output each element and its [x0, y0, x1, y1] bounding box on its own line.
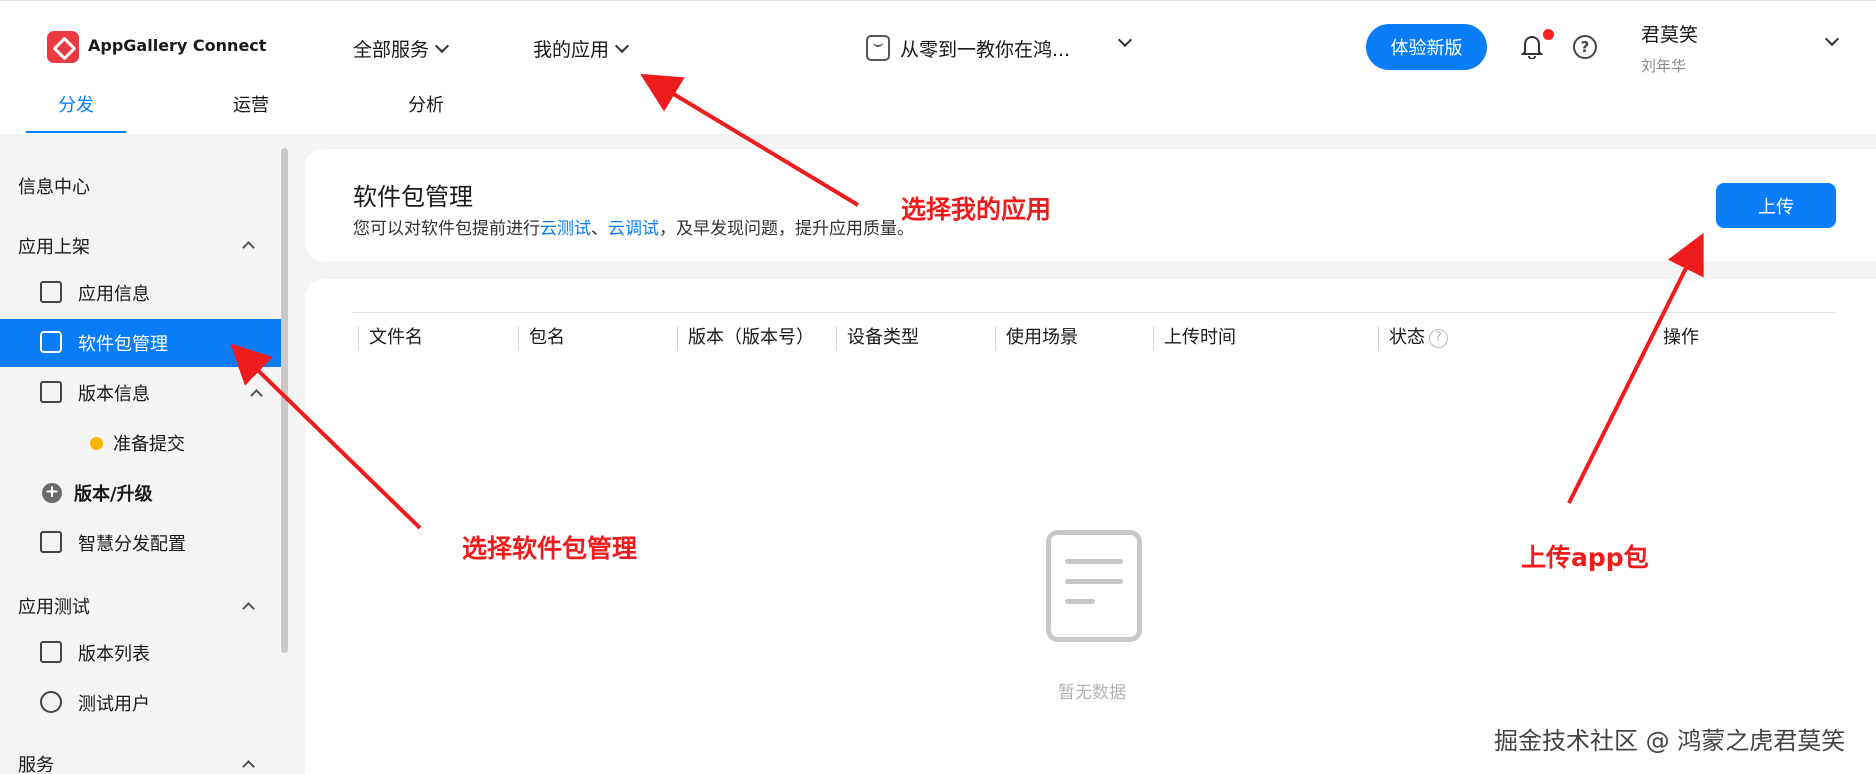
sidebar-item-version-info[interactable]: 版本信息	[0, 369, 281, 417]
sidebar-item-label: 准备提交	[113, 434, 185, 455]
version-list-icon	[40, 641, 62, 663]
sidebar-item-label: 测试用户	[78, 694, 150, 715]
question-help-icon[interactable]: ?	[1429, 328, 1448, 348]
user-subtitle: 刘年华	[1641, 57, 1687, 75]
sidebar-item-ready-submit[interactable]: 准备提交	[0, 419, 281, 467]
top-tabs: 分发 运营 分析	[0, 91, 600, 135]
active-tab-indicator	[26, 131, 126, 133]
app-bag-icon	[866, 35, 890, 61]
appgallery-logo-icon[interactable]	[47, 31, 79, 63]
annotation-select-my-app: 选择我的应用	[901, 195, 1052, 224]
sidebar-section-app-testing[interactable]: 应用测试	[18, 593, 90, 619]
annotation-select-package-management: 选择软件包管理	[462, 534, 638, 563]
column-header-version: 版本（版本号）	[677, 326, 814, 350]
cloud-debug-link[interactable]: 云调试	[608, 219, 659, 239]
sidebar-item-app-info[interactable]: 应用信息	[0, 269, 281, 317]
sidebar: 信息中心 应用上架 应用信息 软件包管理 版本信息 准备提交 + 版本/升级 智…	[0, 147, 281, 774]
brand-name[interactable]: AppGallery Connect	[88, 36, 266, 55]
my-apps-menu[interactable]: 我的应用	[533, 35, 630, 62]
test-user-icon	[40, 691, 62, 713]
column-header-package-name: 包名	[518, 326, 565, 350]
my-apps-label: 我的应用	[533, 39, 610, 61]
chevron-down-icon[interactable]	[1117, 32, 1133, 48]
sidebar-item-version-list[interactable]: 版本列表	[0, 629, 281, 677]
column-header-filename: 文件名	[358, 326, 423, 350]
sidebar-item-label: 智慧分发配置	[78, 534, 186, 555]
top-navigation-bar: AppGallery Connect 全部服务 我的应用 从零到一教你在鸿...…	[0, 0, 1876, 134]
notification-bell-icon[interactable]	[1521, 34, 1543, 59]
sidebar-item-label: 软件包管理	[78, 334, 168, 355]
sidebar-item-label: 版本列表	[78, 644, 150, 665]
user-name[interactable]: 君莫笑	[1641, 20, 1698, 47]
current-app-selector[interactable]: 从零到一教你在鸿...	[900, 35, 1070, 62]
column-header-actions: 操作	[1663, 327, 1699, 348]
notification-badge	[1543, 29, 1554, 40]
sidebar-item-info-center[interactable]: 信息中心	[18, 173, 90, 199]
empty-state-text: 暂无数据	[1058, 683, 1126, 703]
empty-document-icon	[1046, 530, 1142, 642]
status-dot-icon	[90, 437, 103, 450]
upload-button[interactable]: 上传	[1716, 183, 1836, 228]
sidebar-scrollbar[interactable]	[281, 148, 288, 653]
page-title: 软件包管理	[353, 183, 473, 211]
chevron-down-icon	[614, 38, 630, 53]
chevron-up-icon[interactable]	[242, 602, 255, 615]
annotation-upload-app-package: 上传app包	[1521, 543, 1649, 572]
chevron-down-icon[interactable]	[1824, 31, 1840, 47]
column-header-usage-scene: 使用场景	[995, 326, 1078, 350]
column-header-status: 状态?	[1378, 326, 1448, 350]
desc-prefix: 您可以对软件包提前进行	[353, 219, 540, 239]
page: AppGallery Connect 全部服务 我的应用 从零到一教你在鸿...…	[0, 0, 1876, 774]
all-services-menu[interactable]: 全部服务	[353, 35, 450, 62]
sidebar-item-label: 版本信息	[78, 384, 150, 405]
help-icon[interactable]: ?	[1573, 35, 1597, 59]
sidebar-item-package-management[interactable]: 软件包管理	[0, 319, 281, 367]
table-top-divider	[353, 312, 1836, 313]
sidebar-item-label: 版本/升级	[74, 484, 153, 505]
version-info-icon	[40, 381, 62, 403]
try-new-version-button[interactable]: 体验新版	[1366, 24, 1487, 70]
smart-distribution-icon	[40, 531, 62, 553]
sidebar-item-test-users[interactable]: 测试用户	[0, 679, 281, 727]
sidebar-item-label: 应用信息	[78, 284, 150, 305]
sidebar-section-app-listing[interactable]: 应用上架	[18, 233, 90, 259]
column-header-device-type: 设备类型	[836, 326, 919, 350]
package-cube-icon	[40, 331, 62, 353]
cloud-test-link[interactable]: 云测试	[540, 219, 591, 239]
sidebar-section-services[interactable]: 服务	[18, 751, 54, 774]
chevron-up-icon[interactable]	[242, 760, 255, 773]
chevron-down-icon	[434, 38, 450, 53]
tab-distribution[interactable]: 分发	[58, 91, 94, 135]
sidebar-item-smart-distribution[interactable]: 智慧分发配置	[0, 519, 281, 567]
all-services-label: 全部服务	[353, 39, 430, 61]
watermark: 掘金技术社区 @ 鸿蒙之虎君莫笑	[1494, 727, 1846, 755]
page-description: 您可以对软件包提前进行云测试、云调试，及早发现问题，提升应用质量。	[353, 214, 914, 239]
chevron-up-icon[interactable]	[242, 241, 255, 254]
column-header-upload-time: 上传时间	[1153, 326, 1236, 350]
page-header-card	[305, 149, 1876, 261]
desc-suffix: ，及早发现问题，提升应用质量。	[659, 219, 914, 239]
add-circle-icon: +	[42, 483, 62, 503]
tab-operations[interactable]: 运营	[233, 91, 269, 135]
app-info-icon	[40, 281, 62, 303]
sidebar-item-add-version[interactable]: + 版本/升级	[0, 469, 281, 517]
status-header-label: 状态	[1389, 327, 1425, 348]
desc-separator: 、	[591, 219, 608, 239]
tab-analysis[interactable]: 分析	[408, 91, 444, 135]
